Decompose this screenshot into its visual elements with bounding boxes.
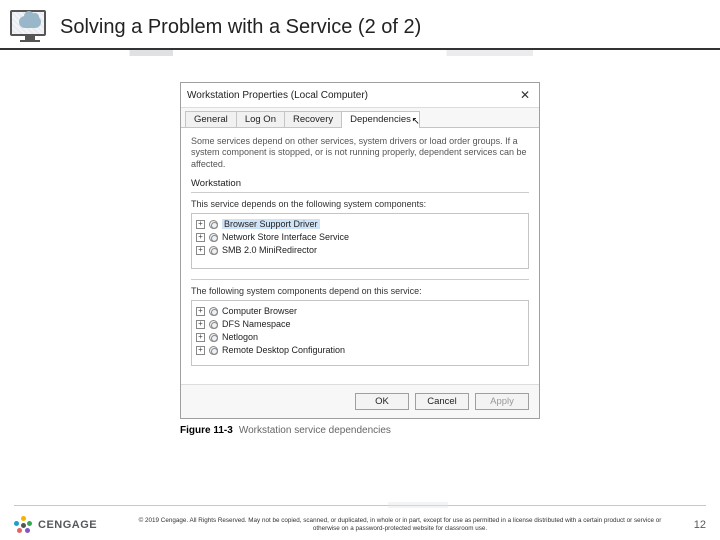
tree-item-label: Computer Browser — [222, 306, 297, 316]
tab-log-on[interactable]: Log On — [236, 111, 285, 127]
footer-divider — [14, 505, 706, 506]
dialog-title: Workstation Properties (Local Computer) — [187, 90, 368, 101]
figure-wrap: Workstation Properties (Local Computer) … — [180, 82, 540, 436]
copyright-text: © 2019 Cengage. All Rights Reserved. May… — [124, 517, 676, 533]
divider — [191, 192, 529, 193]
slide-footer: CENGAGE © 2019 Cengage. All Rights Reser… — [0, 505, 720, 540]
tree-item-label: DFS Namespace — [222, 319, 291, 329]
dialog-titlebar: Workstation Properties (Local Computer) … — [181, 83, 539, 108]
dialog-body: Some services depend on other services, … — [181, 128, 539, 384]
dependents-text: The following system components depend o… — [191, 286, 529, 296]
expand-icon[interactable]: + — [196, 307, 205, 316]
brand: CENGAGE — [14, 516, 124, 534]
service-icon — [208, 319, 219, 330]
service-icon — [208, 332, 219, 343]
expand-icon[interactable]: + — [196, 346, 205, 355]
tree-item-label: Remote Desktop Configuration — [222, 345, 345, 355]
tree-row[interactable]: + Computer Browser — [196, 305, 524, 318]
dependents-tree: + Computer Browser + DFS Namespace + Net… — [191, 300, 529, 366]
brand-text: CENGAGE — [38, 519, 97, 531]
dialog-button-row: OK Cancel Apply — [181, 384, 539, 418]
cancel-button[interactable]: Cancel — [415, 393, 469, 410]
service-icon — [208, 232, 219, 243]
monitor-cloud-icon — [10, 10, 50, 44]
dialog-tabs: General Log On Recovery Dependencies ↖ — [181, 108, 539, 128]
expand-icon[interactable]: + — [196, 233, 205, 242]
expand-icon[interactable]: + — [196, 220, 205, 229]
service-icon — [208, 219, 219, 230]
header-divider-smudge — [0, 50, 720, 56]
depends-on-tree: + Browser Support Driver + Network Store… — [191, 213, 529, 269]
tree-item-label: Netlogon — [222, 332, 258, 342]
figure-caption: Figure 11-3 Workstation service dependenc… — [180, 425, 540, 436]
expand-icon[interactable]: + — [196, 333, 205, 342]
tree-row[interactable]: + SMB 2.0 MiniRedirector — [196, 244, 524, 257]
intro-text: Some services depend on other services, … — [191, 136, 529, 170]
tree-row[interactable]: + Remote Desktop Configuration — [196, 344, 524, 357]
slide-header: Solving a Problem with a Service (2 of 2… — [0, 0, 720, 50]
close-icon[interactable]: ✕ — [517, 87, 533, 103]
cursor-icon: ↖ — [411, 116, 419, 127]
tree-row[interactable]: + Network Store Interface Service — [196, 231, 524, 244]
page-number: 12 — [676, 519, 706, 531]
depends-on-text: This service depends on the following sy… — [191, 199, 529, 209]
section-label-workstation: Workstation — [191, 178, 529, 189]
expand-icon[interactable]: + — [196, 320, 205, 329]
properties-dialog: Workstation Properties (Local Computer) … — [180, 82, 540, 419]
tree-row[interactable]: + DFS Namespace — [196, 318, 524, 331]
tree-row[interactable]: + Browser Support Driver — [196, 218, 524, 231]
figure-caption-text: Workstation service dependencies — [239, 425, 391, 436]
service-icon — [208, 345, 219, 356]
service-icon — [208, 306, 219, 317]
ok-button[interactable]: OK — [355, 393, 409, 410]
slide-title: Solving a Problem with a Service (2 of 2… — [60, 16, 421, 39]
tab-general[interactable]: General — [185, 111, 237, 127]
brand-logo-icon — [14, 516, 32, 534]
service-icon — [208, 245, 219, 256]
figure-number: Figure 11-3 — [180, 425, 233, 436]
tree-item-label: Browser Support Driver — [222, 219, 320, 229]
apply-button[interactable]: Apply — [475, 393, 529, 410]
tree-row[interactable]: + Netlogon — [196, 331, 524, 344]
divider — [191, 279, 529, 280]
tab-recovery[interactable]: Recovery — [284, 111, 342, 127]
expand-icon[interactable]: + — [196, 246, 205, 255]
tree-item-label: Network Store Interface Service — [222, 232, 349, 242]
tab-dependencies[interactable]: Dependencies ↖ — [341, 111, 420, 127]
tree-item-label: SMB 2.0 MiniRedirector — [222, 245, 317, 255]
tab-dependencies-label: Dependencies — [350, 114, 411, 125]
